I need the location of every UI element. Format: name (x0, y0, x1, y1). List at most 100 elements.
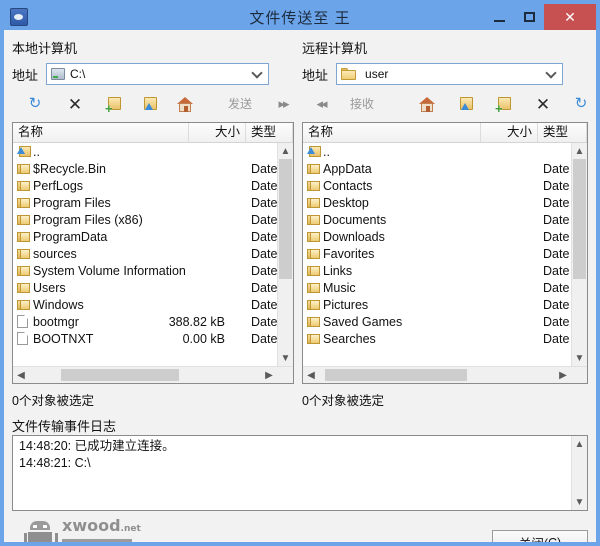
scrollbar-thumb[interactable] (279, 159, 292, 279)
file-type: Date (251, 297, 277, 312)
remote-new-folder-button[interactable] (492, 92, 518, 116)
file-size: 0.00 kB (182, 331, 225, 346)
row-icon (303, 214, 323, 226)
local-parent-folder-button[interactable] (138, 92, 164, 116)
log-vertical-scrollbar[interactable]: ▲ ▼ (571, 436, 587, 510)
folder-icon (307, 214, 320, 226)
file-list-row[interactable]: ProgramData Date (13, 228, 277, 245)
remote-parent-folder-button[interactable] (454, 92, 480, 116)
log-box[interactable]: 14:48:20: 已成功建立连接。 14:48:21: C:\ ▲ ▼ (12, 435, 588, 511)
remote-refresh-button[interactable]: ↻ (568, 92, 594, 116)
chevron-down-icon[interactable] (547, 68, 556, 77)
window-controls: ✕ (484, 4, 596, 30)
chevron-down-icon[interactable] (253, 68, 262, 77)
scroll-right-icon[interactable]: ▶ (555, 367, 571, 383)
file-name: ProgramData (33, 229, 108, 244)
receive-arrows-button[interactable]: ◂◂ (308, 92, 334, 116)
scroll-left-icon[interactable]: ◀ (303, 367, 319, 383)
local-home-button[interactable] (172, 92, 198, 116)
file-list-row[interactable]: Downloads Date (303, 228, 571, 245)
send-button[interactable]: 发送 (228, 92, 252, 116)
file-list-row[interactable]: Windows Date (13, 296, 277, 313)
scroll-down-icon[interactable]: ▼ (572, 494, 587, 510)
row-icon (303, 231, 323, 243)
local-vertical-scrollbar[interactable]: ▲ ▼ (277, 143, 293, 366)
local-refresh-button[interactable]: ↻ (22, 92, 48, 116)
scrollbar-thumb[interactable] (325, 369, 467, 381)
scroll-up-icon[interactable]: ▲ (572, 143, 587, 159)
scroll-right-icon[interactable]: ▶ (261, 367, 277, 383)
file-type: Date (251, 331, 277, 346)
file-list-row[interactable]: Searches Date (303, 330, 571, 347)
scrollbar-thumb[interactable] (61, 369, 179, 381)
local-address-input[interactable]: C:\ (46, 63, 270, 85)
file-list-row[interactable]: Documents Date (303, 211, 571, 228)
column-header-name[interactable]: 名称 (13, 123, 189, 142)
remote-address-input[interactable]: user (336, 63, 564, 85)
file-list-row[interactable]: Program Files Date (13, 194, 277, 211)
row-icon (303, 248, 323, 260)
local-file-list[interactable]: 名称 大小 类型 .. $Recycle.Bin Date PerfLogs Date P… (12, 122, 294, 384)
robot-icon (24, 521, 58, 542)
drive-icon (51, 68, 66, 80)
file-type: Date (543, 280, 570, 295)
local-delete-button[interactable]: ✕ (62, 92, 88, 116)
file-list-row[interactable]: .. (13, 143, 277, 160)
file-list-row[interactable]: Saved Games Date (303, 313, 571, 330)
home-icon (176, 96, 194, 112)
file-list-row[interactable]: Program Files (x86) Date (13, 211, 277, 228)
receive-button[interactable]: 接收 (350, 92, 374, 116)
close-dialog-button[interactable]: 关闭(C) (492, 530, 588, 542)
file-list-row[interactable]: bootmgr 388.82 kB Date (13, 313, 277, 330)
file-list-row[interactable]: Pictures Date (303, 296, 571, 313)
file-list-row[interactable]: Contacts Date (303, 177, 571, 194)
column-header-type[interactable]: 类型 (246, 123, 293, 142)
file-name: Searches (323, 331, 376, 346)
file-list-row[interactable]: Users Date (13, 279, 277, 296)
column-header-name[interactable]: 名称 (303, 123, 481, 142)
row-icon (13, 282, 33, 294)
file-list-row[interactable]: BOOTNXT 0.00 kB Date (13, 330, 277, 347)
close-window-button[interactable]: ✕ (544, 4, 596, 30)
remote-horizontal-scrollbar[interactable]: ◀ ▶ (303, 366, 587, 383)
row-icon (303, 163, 323, 175)
scroll-up-icon[interactable]: ▲ (278, 143, 293, 159)
remote-address-value: user (365, 67, 389, 81)
remote-home-button[interactable] (414, 92, 440, 116)
file-list-row[interactable]: Favorites Date (303, 245, 571, 262)
local-toolbar: ↻ ✕ 发送 ▸▸ (12, 92, 292, 118)
column-header-size[interactable]: 大小 (189, 123, 246, 142)
row-icon (303, 316, 323, 328)
column-header-type[interactable]: 类型 (538, 123, 587, 142)
scroll-down-icon[interactable]: ▼ (572, 350, 587, 366)
file-list-row[interactable]: AppData Date (303, 160, 571, 177)
file-list-row[interactable]: PerfLogs Date (13, 177, 277, 194)
file-name: AppData (323, 161, 372, 176)
scrollbar-thumb[interactable] (573, 159, 586, 279)
log-line: 14:48:20: 已成功建立连接。 (19, 439, 175, 453)
close-x-icon: ✕ (67, 94, 83, 114)
file-list-row[interactable]: Links Date (303, 262, 571, 279)
file-list-row[interactable]: $Recycle.Bin Date (13, 160, 277, 177)
scroll-down-icon[interactable]: ▼ (278, 350, 293, 366)
remote-vertical-scrollbar[interactable]: ▲ ▼ (571, 143, 587, 366)
file-type: Date (251, 195, 277, 210)
file-list-row[interactable]: sources Date (13, 245, 277, 262)
file-list-row[interactable]: System Volume Information Date (13, 262, 277, 279)
remote-delete-button[interactable]: ✕ (530, 92, 556, 116)
column-header-size[interactable]: 大小 (481, 123, 538, 142)
scroll-left-icon[interactable]: ◀ (13, 367, 29, 383)
scroll-up-icon[interactable]: ▲ (572, 436, 587, 452)
watermark-texts: xwood.net 小木人印象 (62, 518, 141, 542)
folder-icon (307, 316, 320, 328)
file-list-row[interactable]: Desktop Date (303, 194, 571, 211)
local-new-folder-button[interactable] (102, 92, 128, 116)
file-list-row[interactable]: Music Date (303, 279, 571, 296)
file-list-row[interactable]: .. (303, 143, 571, 160)
remote-file-list[interactable]: 名称 大小 类型 .. AppData Date Contacts Date Deskto… (302, 122, 588, 384)
local-horizontal-scrollbar[interactable]: ◀ ▶ (13, 366, 293, 383)
send-arrows-button[interactable]: ▸▸ (270, 92, 296, 116)
maximize-button[interactable] (514, 4, 544, 30)
file-name: PerfLogs (33, 178, 84, 193)
minimize-button[interactable] (484, 4, 514, 30)
